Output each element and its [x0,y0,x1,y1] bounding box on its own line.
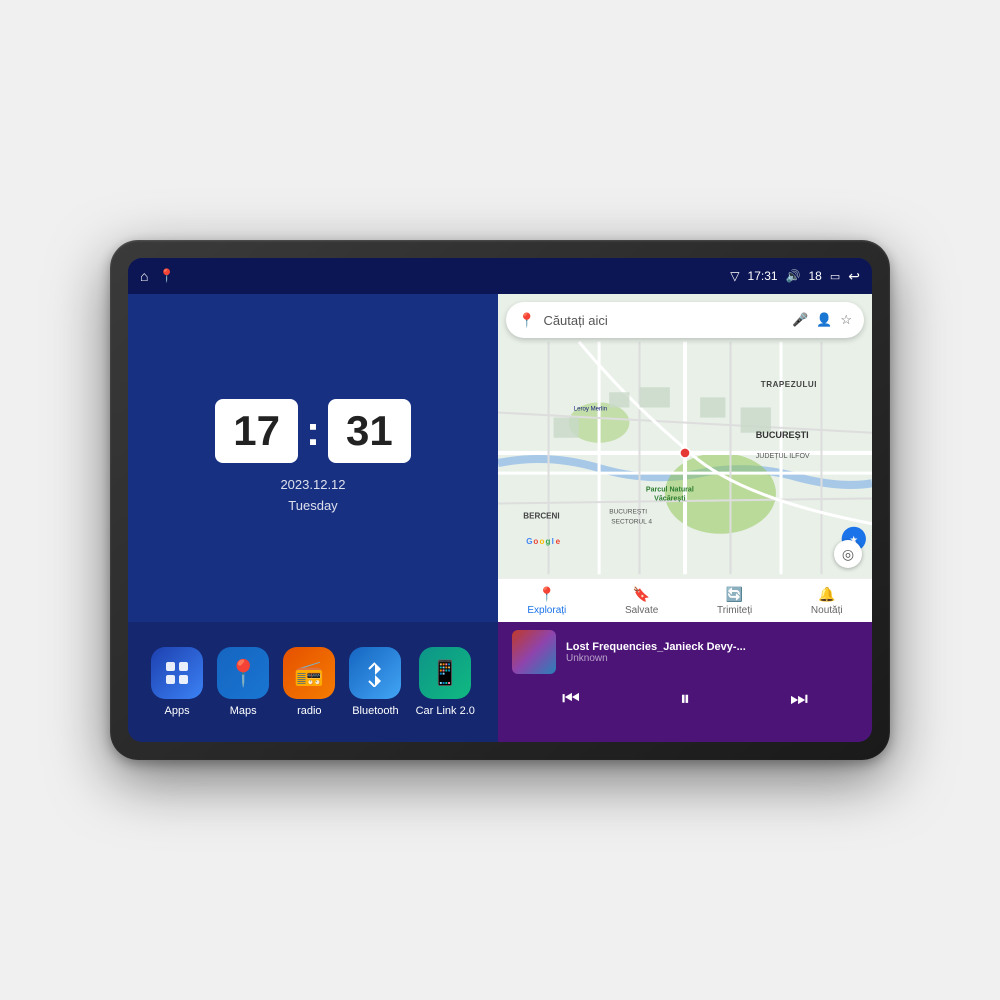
clock-hour-block: 17 [215,399,298,463]
maps-app-icon: 📍 [227,658,259,689]
map-bottom-nav: 📍 Explorați 🔖 Salvate 🔄 Trimiteți � [498,578,872,622]
svg-text:BUCUREȘTI: BUCUREȘTI [609,509,647,516]
svg-text:TRAPEZULUI: TRAPEZULUI [761,380,817,389]
svg-text:Leroy Merlin: Leroy Merlin [574,406,607,412]
radio-label: radio [297,705,321,717]
device-screen: ⌂ 📍 ▽ 17:31 🔊 18 ▭ ↩ 1 [128,258,872,742]
status-bar-left: ⌂ 📍 [140,268,175,284]
music-controls: ⏮ ⏸ ⏭ [512,684,858,715]
map-nav-saved-label: Salvate [625,605,658,616]
apps-grid-icon [163,659,191,687]
svg-text:g: g [546,537,551,546]
app-item-bluetooth[interactable]: Bluetooth [349,647,401,717]
svg-text:o: o [533,537,538,546]
music-artist: Unknown [566,653,858,664]
clock-minute-block: 31 [328,399,411,463]
app-item-maps[interactable]: 📍 Maps [217,647,269,717]
music-info: Lost Frequencies_Janieck Devy-... Unknow… [512,630,858,674]
map-nav-saved[interactable]: 🔖 Salvate [625,586,658,616]
carlink-icon-bg: 📱 [419,647,471,699]
app-item-apps[interactable]: Apps [151,647,203,717]
map-compass-button[interactable]: ◎ [834,540,862,568]
device-frame: ⌂ 📍 ▽ 17:31 🔊 18 ▭ ↩ 1 [110,240,890,760]
share-icon: 🔄 [726,586,743,603]
svg-text:BERCENI: BERCENI [523,512,559,521]
album-art [512,630,556,674]
svg-text:BUCUREȘTI: BUCUREȘTI [756,430,809,440]
clock-minute: 31 [346,407,393,454]
map-nav-news-label: Noutăți [811,605,843,616]
app-item-radio[interactable]: 📻 radio [283,647,335,717]
music-player: Lost Frequencies_Janieck Devy-... Unknow… [498,622,872,742]
clock-widget: 17 : 31 2023.12.12 Tuesday [128,294,498,622]
bluetooth-icon-bg [349,647,401,699]
maps-icon-bg: 📍 [217,647,269,699]
map-pin-icon: 📍 [518,312,535,329]
svg-text:o: o [539,537,544,546]
main-content: 17 : 31 2023.12.12 Tuesday [128,294,872,742]
radio-icon-bg: 📻 [283,647,335,699]
volume-icon[interactable]: 🔊 [786,269,801,283]
signal-icon: ▽ [730,269,739,283]
bluetooth-app-icon [361,659,389,687]
svg-text:SECTORUL 4: SECTORUL 4 [611,519,652,526]
music-thumbnail [512,630,556,674]
carlink-label: Car Link 2.0 [416,705,475,717]
carlink-app-icon: 📱 [430,659,460,688]
map-nav-share-label: Trimiteți [717,605,752,616]
map-voice-icon[interactable]: 🎤 [792,312,808,328]
music-prev-button[interactable]: ⏮ [554,684,588,715]
clock-separator: : [306,407,320,455]
battery-icon: ▭ [830,270,840,283]
maps-label: Maps [230,705,257,717]
bluetooth-label: Bluetooth [352,705,398,717]
clock-display: 17 : 31 [215,399,410,463]
back-icon[interactable]: ↩ [848,268,860,285]
svg-text:l: l [552,537,554,546]
status-time: 17:31 [748,269,778,283]
saved-icon: 🔖 [633,586,650,603]
volume-level: 18 [809,269,822,283]
music-playpause-button[interactable]: ⏸ [672,684,698,715]
svg-text:e: e [556,537,561,546]
apps-icon-bg [151,647,203,699]
map-more-icon[interactable]: ☆ [840,312,852,328]
map-search-bar[interactable]: 📍 Căutați aici 🎤 👤 ☆ [506,302,864,338]
clock-hour: 17 [233,407,280,454]
svg-text:JUDEȚUL ILFOV: JUDEȚUL ILFOV [756,453,810,460]
apps-row: Apps 📍 Maps 📻 radio [128,622,498,742]
map-search-text: Căutați aici [543,313,784,328]
map-account-icon[interactable]: 👤 [816,312,832,328]
clock-date: 2023.12.12 Tuesday [280,475,345,517]
apps-label: Apps [165,705,190,717]
explore-icon: 📍 [538,586,555,603]
map-nav-explore-label: Explorați [527,605,566,616]
map-nav-share[interactable]: 🔄 Trimiteți [717,586,752,616]
home-icon[interactable]: ⌂ [140,268,148,284]
map-widget[interactable]: TRAPEZULUI BUCUREȘTI JUDEȚUL ILFOV BERCE… [498,294,872,622]
app-item-carlink[interactable]: 📱 Car Link 2.0 [416,647,475,717]
music-title: Lost Frequencies_Janieck Devy-... [566,641,858,653]
svg-text:Parcul Natural: Parcul Natural [646,486,694,493]
status-bar-right: ▽ 17:31 🔊 18 ▭ ↩ [730,268,860,285]
svg-text:Văcărești: Văcărești [654,495,685,502]
svg-text:G: G [526,537,532,546]
car-display-unit: ⌂ 📍 ▽ 17:31 🔊 18 ▭ ↩ 1 [110,240,890,760]
music-text: Lost Frequencies_Janieck Devy-... Unknow… [566,641,858,664]
music-next-button[interactable]: ⏭ [782,684,816,715]
radio-app-icon: 📻 [294,659,324,688]
news-icon: 🔔 [818,586,835,603]
maps-shortcut-icon[interactable]: 📍 [158,268,174,284]
map-nav-explore[interactable]: 📍 Explorați [527,586,566,616]
status-bar: ⌂ 📍 ▽ 17:31 🔊 18 ▭ ↩ [128,258,872,294]
map-nav-news[interactable]: 🔔 Noutăți [811,586,843,616]
compass-icon: ◎ [842,546,854,563]
